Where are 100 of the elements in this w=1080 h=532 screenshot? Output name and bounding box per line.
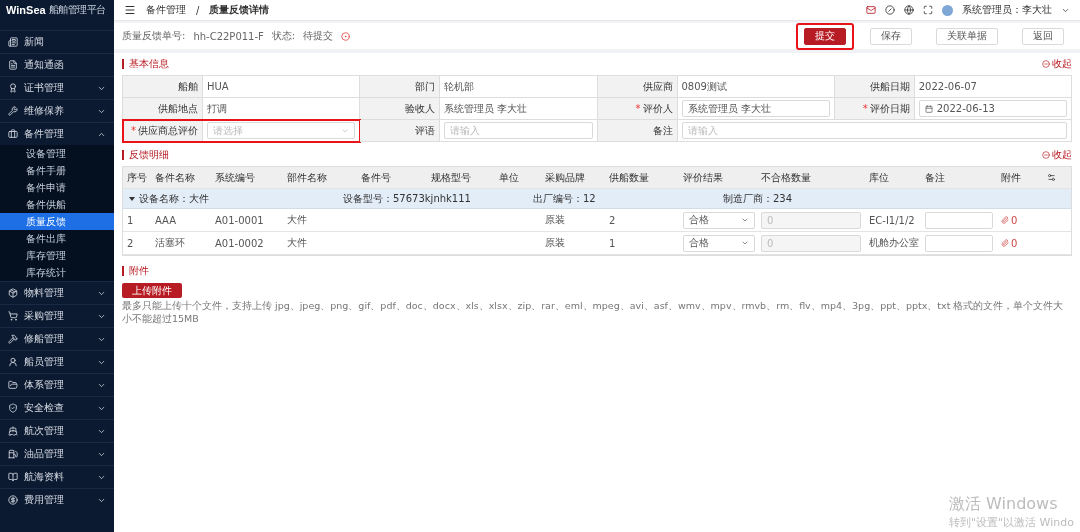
field-label: * 评价日期 — [834, 98, 915, 120]
section-title: 反馈明细 — [122, 150, 169, 160]
field-label: 评语 — [360, 120, 441, 142]
field-label: 供船日期 — [834, 76, 915, 98]
table-cell-text: A01-0002 — [214, 237, 265, 249]
logo-subtitle: 船舶管理平台 — [48, 3, 106, 17]
order-number: hh-C22P011-F — [193, 30, 264, 42]
breadcrumb-separator: / — [196, 4, 200, 16]
action-button[interactable]: 提交 — [804, 27, 846, 45]
action-button[interactable]: 返回 — [1022, 27, 1064, 45]
menu-icon — [124, 4, 136, 16]
breadcrumb-item: 质量反馈详情 — [209, 3, 270, 17]
select-field[interactable]: 合格 — [683, 211, 755, 229]
table-cell-text: 1 — [126, 214, 135, 226]
field-value: 系统管理员 李大壮 — [440, 98, 598, 120]
collapse-link[interactable]: 收起 — [1042, 57, 1072, 71]
table-cell-text: 大件 — [286, 236, 308, 250]
section-title: 基本信息 — [122, 59, 169, 69]
column-header: 规格型号 — [430, 170, 472, 185]
date-field[interactable]: 2022-06-13 — [918, 100, 1067, 117]
submenu-item[interactable]: 库存统计 — [0, 264, 114, 281]
column-header: 库位 — [868, 170, 890, 185]
column-header: 不合格数量 — [760, 170, 812, 185]
field-label: * 供应商总评价 — [123, 120, 203, 142]
language-icon — [904, 5, 914, 15]
select-field[interactable]: 合格 — [683, 234, 755, 252]
field-label: 供船地点 — [123, 98, 203, 120]
paperclip-icon — [1001, 216, 1009, 224]
table-cell-text: AAA — [154, 214, 178, 226]
required-mark: * — [131, 125, 136, 136]
status-label: 状态: — [271, 29, 296, 43]
avatar[interactable] — [942, 4, 953, 16]
table-cell-text: 原装 — [544, 236, 566, 250]
table-cell-text: 活塞环 — [154, 236, 186, 250]
table-cell-text: 2 — [608, 214, 617, 226]
column-header: 备件号 — [360, 170, 392, 185]
field-label: 供应商 — [597, 76, 678, 98]
collapse-link[interactable]: 收起 — [1042, 148, 1072, 162]
input-field[interactable] — [925, 211, 993, 229]
column-header: 备件名称 — [154, 170, 196, 185]
attachment-link[interactable]: 0 — [997, 237, 1047, 249]
column-header: 单位 — [498, 170, 520, 185]
submenu-item[interactable]: 备件手册 — [0, 162, 114, 179]
column-settings-icon — [1047, 173, 1056, 182]
paperclip-icon — [1001, 239, 1009, 247]
activation-title: 激活 Windows — [949, 494, 1059, 515]
submenu-item[interactable]: 备件供船 — [0, 196, 114, 213]
breadcrumb-item[interactable]: 备件管理 — [146, 3, 186, 17]
calendar-icon — [924, 104, 933, 113]
group-field: 设备型号：57673kjnhk111 — [343, 191, 471, 206]
submenu-item[interactable]: 备件申请 — [0, 179, 114, 196]
submenu-item[interactable]: 质量反馈 — [0, 213, 114, 230]
input-field[interactable]: 系统管理员 李大壮 — [681, 100, 830, 117]
column-header: 评价结果 — [682, 170, 724, 185]
required-mark: * — [635, 103, 641, 114]
table-cell-text: EC-I1/1/2 — [868, 214, 916, 226]
collapse-icon — [1042, 151, 1050, 159]
submenu-item[interactable]: 设备管理 — [0, 145, 114, 162]
status-icon — [341, 31, 351, 41]
input-field[interactable] — [925, 234, 993, 252]
table-cell-text: 2 — [126, 237, 135, 249]
column-header: 部件名称 — [286, 170, 328, 185]
field-label: 船舶 — [123, 76, 203, 98]
mail-icon — [866, 5, 876, 15]
activation-subtitle: 转到"设置"以激活 Windo — [949, 515, 1074, 530]
upload-button[interactable]: 上传附件 — [122, 283, 182, 298]
action-button[interactable]: 关联单据 — [936, 27, 998, 45]
attachment-link[interactable]: 0 — [997, 214, 1047, 226]
user-name[interactable]: 系统管理员：李大壮 — [962, 3, 1052, 17]
logo: WinSea — [6, 4, 46, 16]
column-header: 采购品牌 — [544, 170, 586, 185]
action-button[interactable]: 保存 — [870, 27, 912, 45]
status-value: 待提交 — [303, 29, 334, 43]
chevron-down-icon — [741, 216, 749, 224]
slash-circle-icon — [885, 5, 895, 15]
collapse-icon — [1042, 60, 1050, 68]
table-cell-text: 1 — [608, 237, 617, 249]
required-mark: * — [862, 103, 868, 114]
field-value: 轮机部 — [440, 76, 598, 98]
table-cell-text: 原装 — [544, 213, 566, 227]
field-value: 2022-06-07 — [914, 76, 1072, 98]
column-header: 附件 — [1000, 170, 1022, 185]
chevron-down-icon — [741, 239, 749, 247]
table-cell-text: 机舱办公室 — [868, 236, 920, 250]
column-header: 备注 — [924, 170, 946, 185]
section-title: 附件 — [122, 266, 149, 276]
submenu-item[interactable]: 库存管理 — [0, 247, 114, 264]
column-header: 供船数量 — [608, 170, 650, 185]
field-label: * 评价人 — [597, 98, 678, 120]
fullscreen-icon — [923, 5, 933, 15]
field-label: 部门 — [360, 76, 441, 98]
table-cell-text: 大件 — [286, 213, 308, 227]
group-field: 设备名称：大件 — [139, 191, 209, 206]
field-label: 备注 — [597, 120, 678, 142]
field-label: 验收人 — [360, 98, 441, 120]
group-field: 出厂编号：12 — [533, 191, 596, 206]
upload-hint: 最多只能上传十个文件，支持上传 jpg、jpeg、png、gif、pdf、doc、docx、xls、xlsx、zip、rar、eml、mpeg、avi、asf、wmv、mpv、rmvb、rm、flv、mp4、3pg、ppt、pptx、txt 格式的文件，单个文件大小不能超过15MB — [122, 300, 1065, 326]
submenu-item[interactable]: 备件出库 — [0, 230, 114, 247]
column-header: 系统编号 — [214, 170, 256, 185]
table-cell-text: A01-0001 — [214, 214, 265, 226]
